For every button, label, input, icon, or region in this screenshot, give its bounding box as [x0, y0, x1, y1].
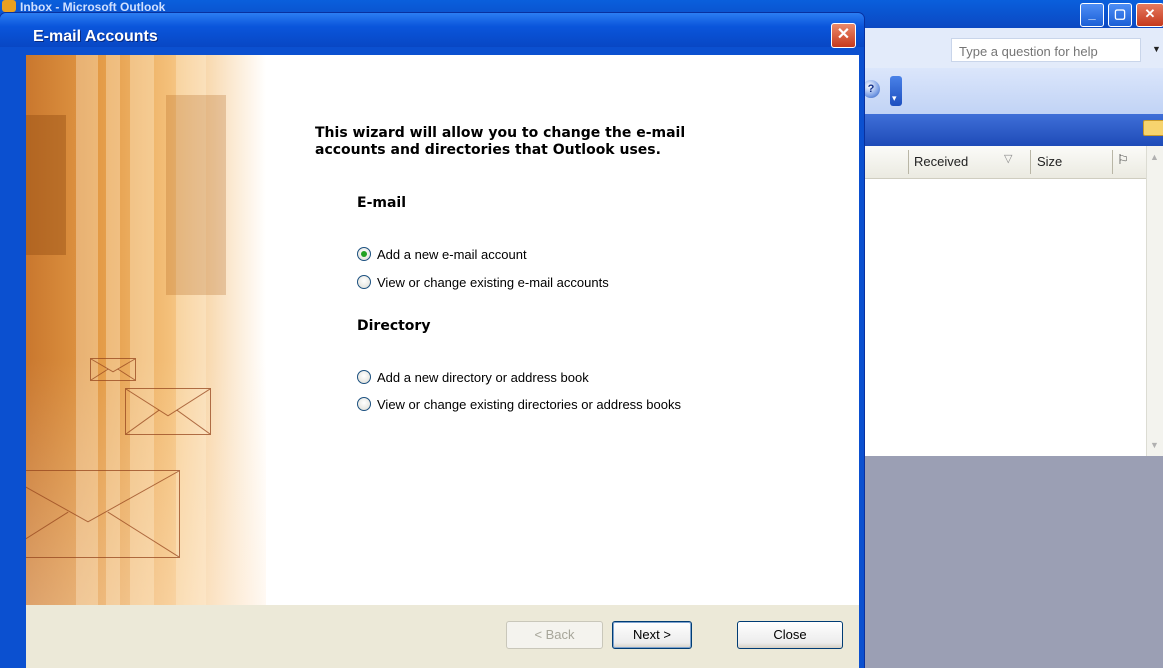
dialog-titlebar[interactable]: E-mail Accounts ✕ — [0, 13, 864, 48]
message-list-scrollbar[interactable]: ▲ ▼ — [1146, 146, 1163, 456]
help-search-input[interactable] — [951, 38, 1141, 62]
dialog-body: This wizard will allow you to change the… — [26, 55, 859, 668]
option-label: View or change existing directories or a… — [377, 396, 681, 412]
minimize-icon[interactable]: _ — [1080, 3, 1104, 27]
wizard-intro-text: This wizard will allow you to change the… — [315, 125, 686, 158]
envelope-illustration — [90, 358, 136, 381]
option-add-email-account[interactable]: Add a new e-mail account — [357, 245, 527, 263]
radio-button[interactable] — [357, 370, 371, 384]
maximize-icon[interactable]: ▢ — [1108, 3, 1132, 27]
sort-arrow-icon: ▽ — [1004, 153, 1013, 165]
option-view-email-accounts[interactable]: View or change existing e-mail accounts — [357, 273, 609, 291]
radio-button-selected[interactable] — [357, 247, 371, 261]
radio-button[interactable] — [357, 275, 371, 289]
close-icon[interactable]: ✕ — [1136, 3, 1163, 27]
back-button[interactable]: < Back — [506, 621, 603, 649]
option-label: Add a new directory or address book — [377, 369, 589, 385]
close-button[interactable]: Close — [737, 621, 843, 649]
column-separator[interactable] — [1030, 150, 1031, 174]
email-accounts-dialog: E-mail Accounts ✕ This wizard will allow… — [0, 13, 864, 668]
column-separator[interactable] — [908, 150, 909, 174]
envelope-illustration — [26, 470, 180, 558]
dialog-title: E-mail Accounts — [33, 28, 158, 45]
option-add-directory[interactable]: Add a new directory or address book — [357, 368, 589, 386]
radio-button[interactable] — [357, 397, 371, 411]
option-label: Add a new e-mail account — [377, 246, 527, 262]
outlook-window-title: Inbox - Microsoft Outlook — [20, 0, 166, 14]
help-dropdown-arrow-icon[interactable]: ▼ — [1152, 44, 1161, 54]
wizard-page: This wizard will allow you to change the… — [26, 55, 859, 605]
option-view-directories[interactable]: View or change existing directories or a… — [357, 395, 681, 413]
column-received[interactable]: Received — [914, 154, 968, 169]
column-size[interactable]: Size — [1037, 154, 1062, 169]
scroll-up-icon[interactable]: ▲ — [1150, 152, 1159, 162]
envelope-illustration — [125, 388, 211, 435]
option-label: View or change existing e-mail accounts — [377, 274, 609, 290]
folder-icon — [1143, 120, 1163, 136]
toolbar-options-chevron-icon[interactable]: ▾ — [890, 76, 902, 106]
wizard-side-illustration — [26, 55, 266, 605]
email-section-title: E-mail — [357, 195, 407, 211]
close-icon[interactable]: ✕ — [831, 23, 856, 48]
column-separator[interactable] — [1112, 150, 1113, 174]
next-button[interactable]: Next > — [612, 621, 692, 649]
flag-icon[interactable]: ⚐ — [1117, 152, 1129, 168]
directory-section-title: Directory — [357, 318, 431, 334]
help-icon[interactable]: ? — [862, 80, 880, 98]
outlook-app-icon — [2, 0, 16, 12]
scroll-down-icon[interactable]: ▼ — [1150, 440, 1159, 450]
